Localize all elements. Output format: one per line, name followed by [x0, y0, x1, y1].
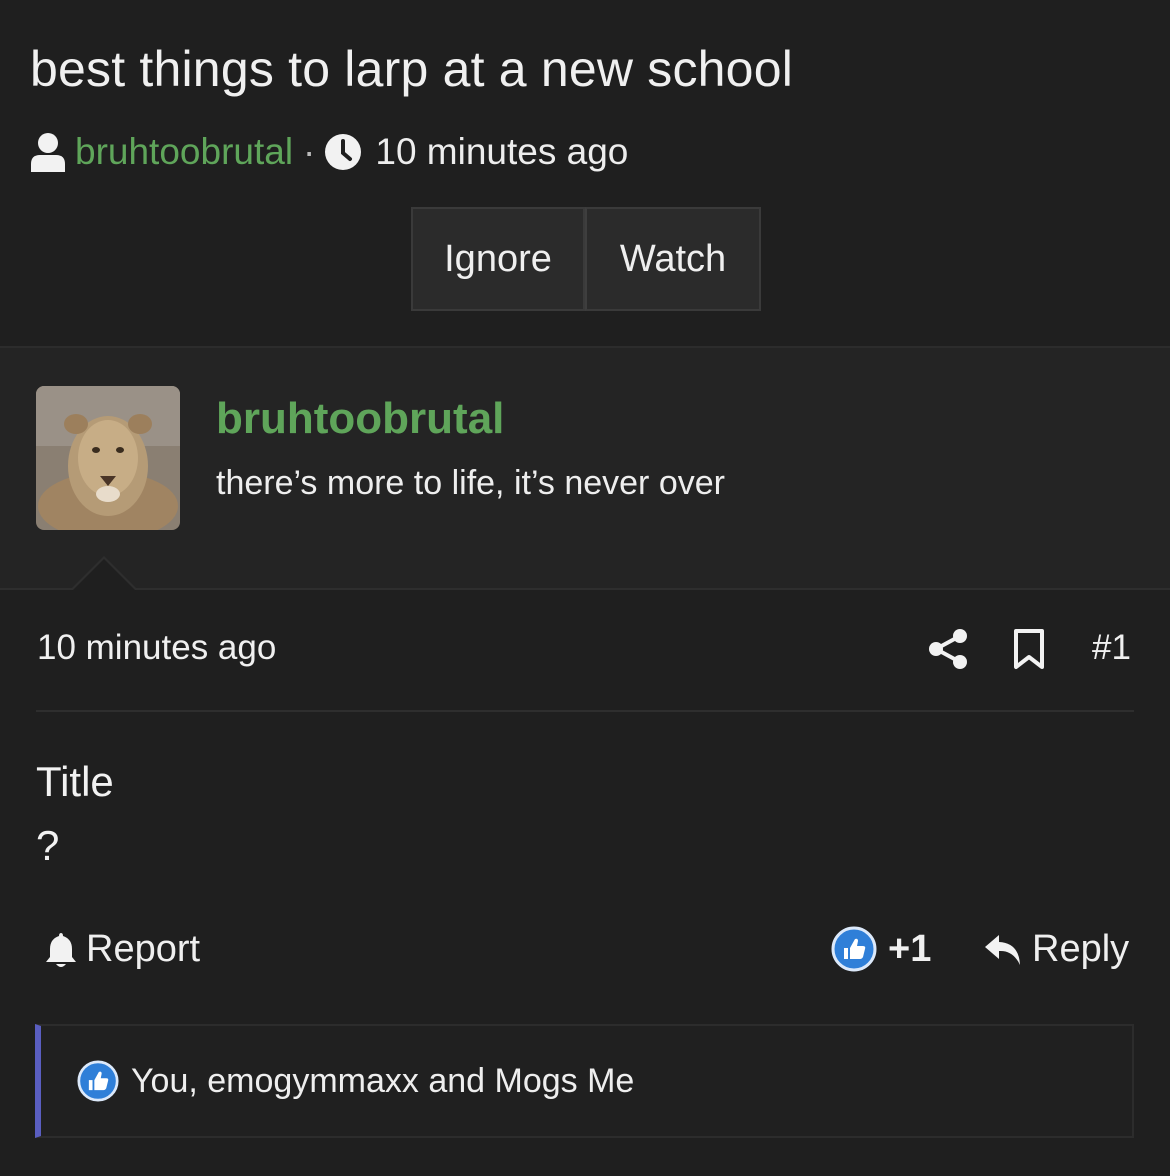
report-button[interactable]: Report: [44, 928, 200, 971]
ignore-button[interactable]: Ignore: [411, 207, 585, 311]
watch-button[interactable]: Watch: [585, 207, 761, 311]
thread-author-link[interactable]: bruhtoobrutal: [75, 131, 293, 173]
post-body-text: ?: [36, 822, 60, 869]
meta-separator: ·: [303, 131, 316, 172]
likes-summary-text[interactable]: You, emogymmaxx and Mogs Me: [131, 1062, 634, 1101]
post-number-link[interactable]: #1: [1092, 628, 1131, 668]
reply-arrow-icon: [985, 934, 1020, 965]
author-card: bruhtoobrutal there’s more to life, it’s…: [0, 346, 1170, 590]
like-icon[interactable]: [831, 926, 877, 972]
thread-meta: bruhtoobrutal · 10 minutes ago: [30, 126, 628, 178]
section-divider: [0, 588, 1170, 590]
report-label: Report: [86, 928, 201, 970]
like-summary-icon: [77, 1060, 119, 1102]
share-icon[interactable]: [928, 628, 968, 670]
thread-time: 10 minutes ago: [375, 131, 629, 172]
clock-icon: [325, 134, 362, 170]
card-pointer-inner: [72, 559, 136, 591]
user-icon: [31, 133, 65, 172]
author-card-status: there’s more to life, it’s never over: [216, 464, 725, 502]
lion-avatar[interactable]: [36, 386, 180, 530]
thread-action-group: Ignore Watch: [411, 207, 761, 311]
reply-label: Reply: [1032, 928, 1130, 970]
thread-title: best things to larp at a new school: [30, 41, 794, 97]
thread-header: best things to larp at a new school bruh…: [0, 0, 1170, 346]
reply-button[interactable]: Reply: [984, 928, 1129, 971]
lion-avatar-image: [36, 386, 180, 530]
bell-icon: [46, 932, 76, 967]
author-card-name[interactable]: bruhtoobrutal: [216, 394, 504, 444]
likes-summary-bar: You, emogymmaxx and Mogs Me: [35, 1024, 1134, 1138]
post-body-title: Title: [36, 758, 114, 805]
bookmark-icon[interactable]: [1013, 628, 1045, 670]
post-time: 10 minutes ago: [37, 628, 277, 667]
like-count: +1: [888, 928, 932, 970]
post-header-rule: [36, 710, 1134, 712]
